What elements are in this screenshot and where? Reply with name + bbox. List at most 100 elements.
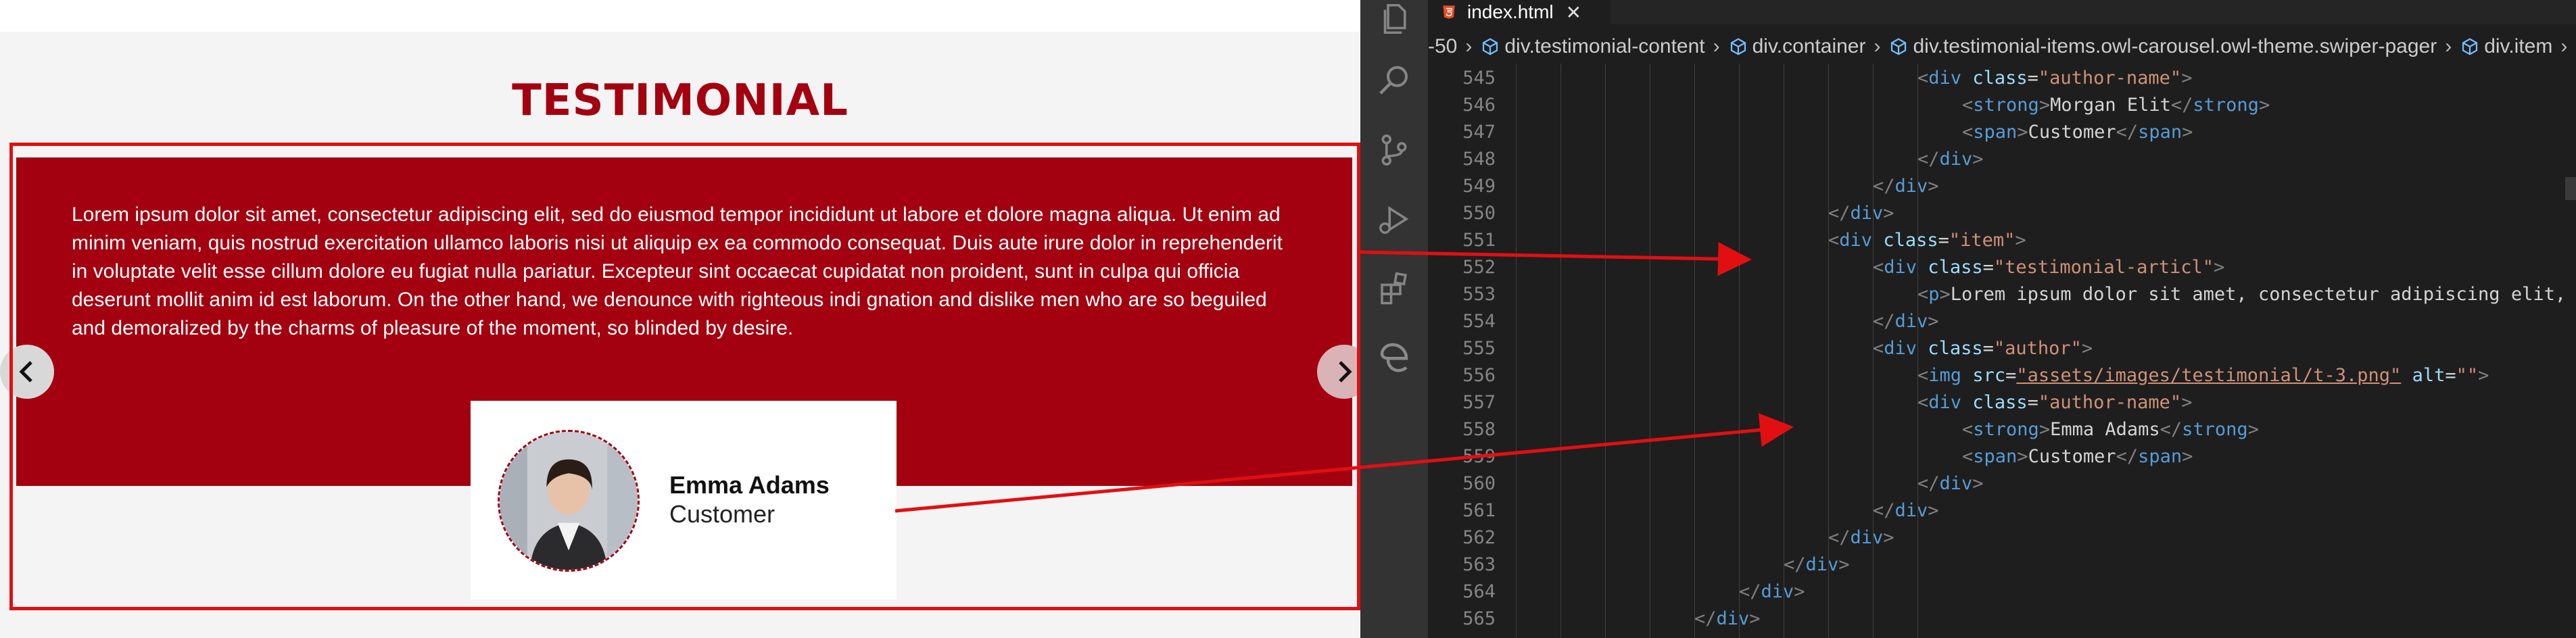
code-text: </div>: [1873, 173, 1939, 200]
code-token: "": [2456, 365, 2479, 386]
code-token: >: [2038, 95, 2051, 116]
code-token: >: [2017, 122, 2028, 143]
code-token: </: [2160, 419, 2183, 440]
code-line: 549 </div>: [1428, 173, 2576, 200]
indent-guide: [1828, 64, 1829, 638]
breadcrumb-separator: ›: [1465, 35, 1473, 57]
code-text: </div>: [1828, 200, 1894, 227]
code-token: div: [1839, 230, 1873, 251]
code-token: <: [1917, 284, 1929, 305]
code-text: <div class="author">: [1873, 335, 2093, 362]
code-token: </: [2116, 446, 2139, 467]
breadcrumb-item[interactable]: div.item: [2460, 35, 2552, 58]
code-token: div: [1850, 203, 1884, 224]
line-number: 545: [1462, 68, 1496, 89]
code-token: <: [1828, 230, 1840, 251]
code-token: >: [2181, 68, 2193, 89]
code-token: div: [1928, 392, 1962, 413]
code-token: strong: [2193, 95, 2259, 116]
html5-icon: [1443, 5, 1455, 19]
code-token: strong: [1973, 419, 2039, 440]
code-token: >: [1749, 608, 1761, 629]
code-token: <: [1873, 257, 1884, 278]
code-token: class: [1883, 230, 1938, 251]
code-token: >: [2181, 392, 2193, 413]
indent-guide: [1560, 64, 1561, 638]
code-area[interactable]: 545 <div class="author-name"> 546 <strong>M…: [1428, 64, 2576, 638]
code-line: 558 <strong>Emma Adams</strong>: [1428, 416, 2576, 443]
code-token: >: [1939, 284, 1951, 305]
line-number: 562: [1462, 527, 1496, 548]
code-token: div: [1928, 68, 1962, 89]
line-number: 564: [1462, 581, 1496, 602]
code-text: </div>: [1873, 497, 1939, 524]
edge-icon[interactable]: [1375, 338, 1413, 376]
code-token: </: [2116, 122, 2139, 143]
code-token: =: [1982, 257, 1994, 278]
code-line: 554 </div>: [1428, 308, 2576, 335]
symbol-cube-icon: [2462, 38, 2478, 55]
indent-guide: [1694, 64, 1695, 638]
symbol-cube-icon: [1730, 38, 1746, 55]
code-token: class: [1972, 68, 2028, 89]
tab-index-html[interactable]: index.html ✕: [1428, 0, 1611, 24]
code-token: </: [1828, 527, 1851, 548]
code-token: div: [1884, 257, 1917, 278]
breadcrumb-item[interactable]: div.testimonial-items.owl-carousel.owl-t…: [1888, 35, 2437, 58]
code-token: </: [1917, 149, 1940, 170]
line-number: 560: [1462, 473, 1496, 494]
code-token: >: [2478, 365, 2489, 386]
breadcrumb-separator: ›: [1874, 35, 1881, 57]
line-number: 554: [1462, 311, 1496, 332]
code-token: <: [1873, 338, 1884, 359]
close-icon[interactable]: ✕: [1566, 1, 1581, 24]
indent-guide: [1917, 64, 1918, 638]
code-text: </div>: [1828, 524, 1894, 551]
code-token: span: [1973, 122, 2018, 143]
code-text: </div>: [1784, 551, 1850, 579]
code-token: div: [1884, 338, 1917, 359]
code-text: <p>Lorem ipsum dolor sit amet, consectet…: [1917, 281, 2576, 308]
code-token: </: [1784, 554, 1806, 575]
code-token: <: [1917, 68, 1929, 89]
website-preview: TESTIMONIAL Lorem ipsum dolor sit amet, …: [0, 0, 1360, 638]
code-token: >: [1928, 311, 1939, 332]
code-token: =: [2005, 365, 2017, 386]
code-token: </: [1873, 311, 1895, 332]
breadcrumb-item[interactable]: -50: [1428, 35, 1457, 58]
code-token: =: [2445, 365, 2456, 386]
breadcrumb-text: div.testimonial-items.owl-carousel.owl-t…: [1913, 35, 2437, 57]
breadcrumb-item[interactable]: div.testimonial-content: [1480, 35, 1705, 58]
files-icon[interactable]: [1375, 0, 1413, 38]
source-control-icon[interactable]: [1375, 131, 1413, 169]
tab-label: index.html: [1467, 1, 1554, 22]
code-token: >: [2213, 257, 2225, 278]
scrollbar-marker[interactable]: [2565, 177, 2576, 200]
code-token: </: [1917, 473, 1940, 494]
extensions-icon[interactable]: [1375, 269, 1413, 307]
code-token: <: [1917, 392, 1929, 413]
line-number: 548: [1462, 149, 1496, 170]
run-debug-icon[interactable]: [1375, 200, 1413, 238]
search-icon[interactable]: [1375, 62, 1413, 100]
code-token: div: [1939, 149, 1973, 170]
code-token: >: [2258, 95, 2270, 116]
code-token: </: [1873, 176, 1895, 197]
code-line: 545 <div class="author-name">: [1428, 65, 2576, 92]
breadcrumb-separator: ›: [2560, 35, 2568, 57]
code-token: >: [1928, 500, 1939, 521]
code-token: >: [1883, 527, 1894, 548]
code-text: <div class="author-name">: [1917, 65, 2192, 92]
code-text: <strong>Morgan Elit</strong>: [1962, 92, 2270, 119]
line-number: 557: [1462, 392, 1496, 413]
breadcrumb-text: div.container: [1752, 35, 1866, 57]
indent-guide: [1605, 64, 1606, 638]
code-line: 555 <div class="author">: [1428, 335, 2576, 362]
indent-guide: [1739, 64, 1740, 638]
code-token: >: [2038, 419, 2051, 440]
breadcrumb-item[interactable]: div.container: [1728, 35, 1866, 58]
code-token: >: [2182, 122, 2193, 143]
breadcrumb-text: div.testimonial-content: [1504, 35, 1705, 57]
